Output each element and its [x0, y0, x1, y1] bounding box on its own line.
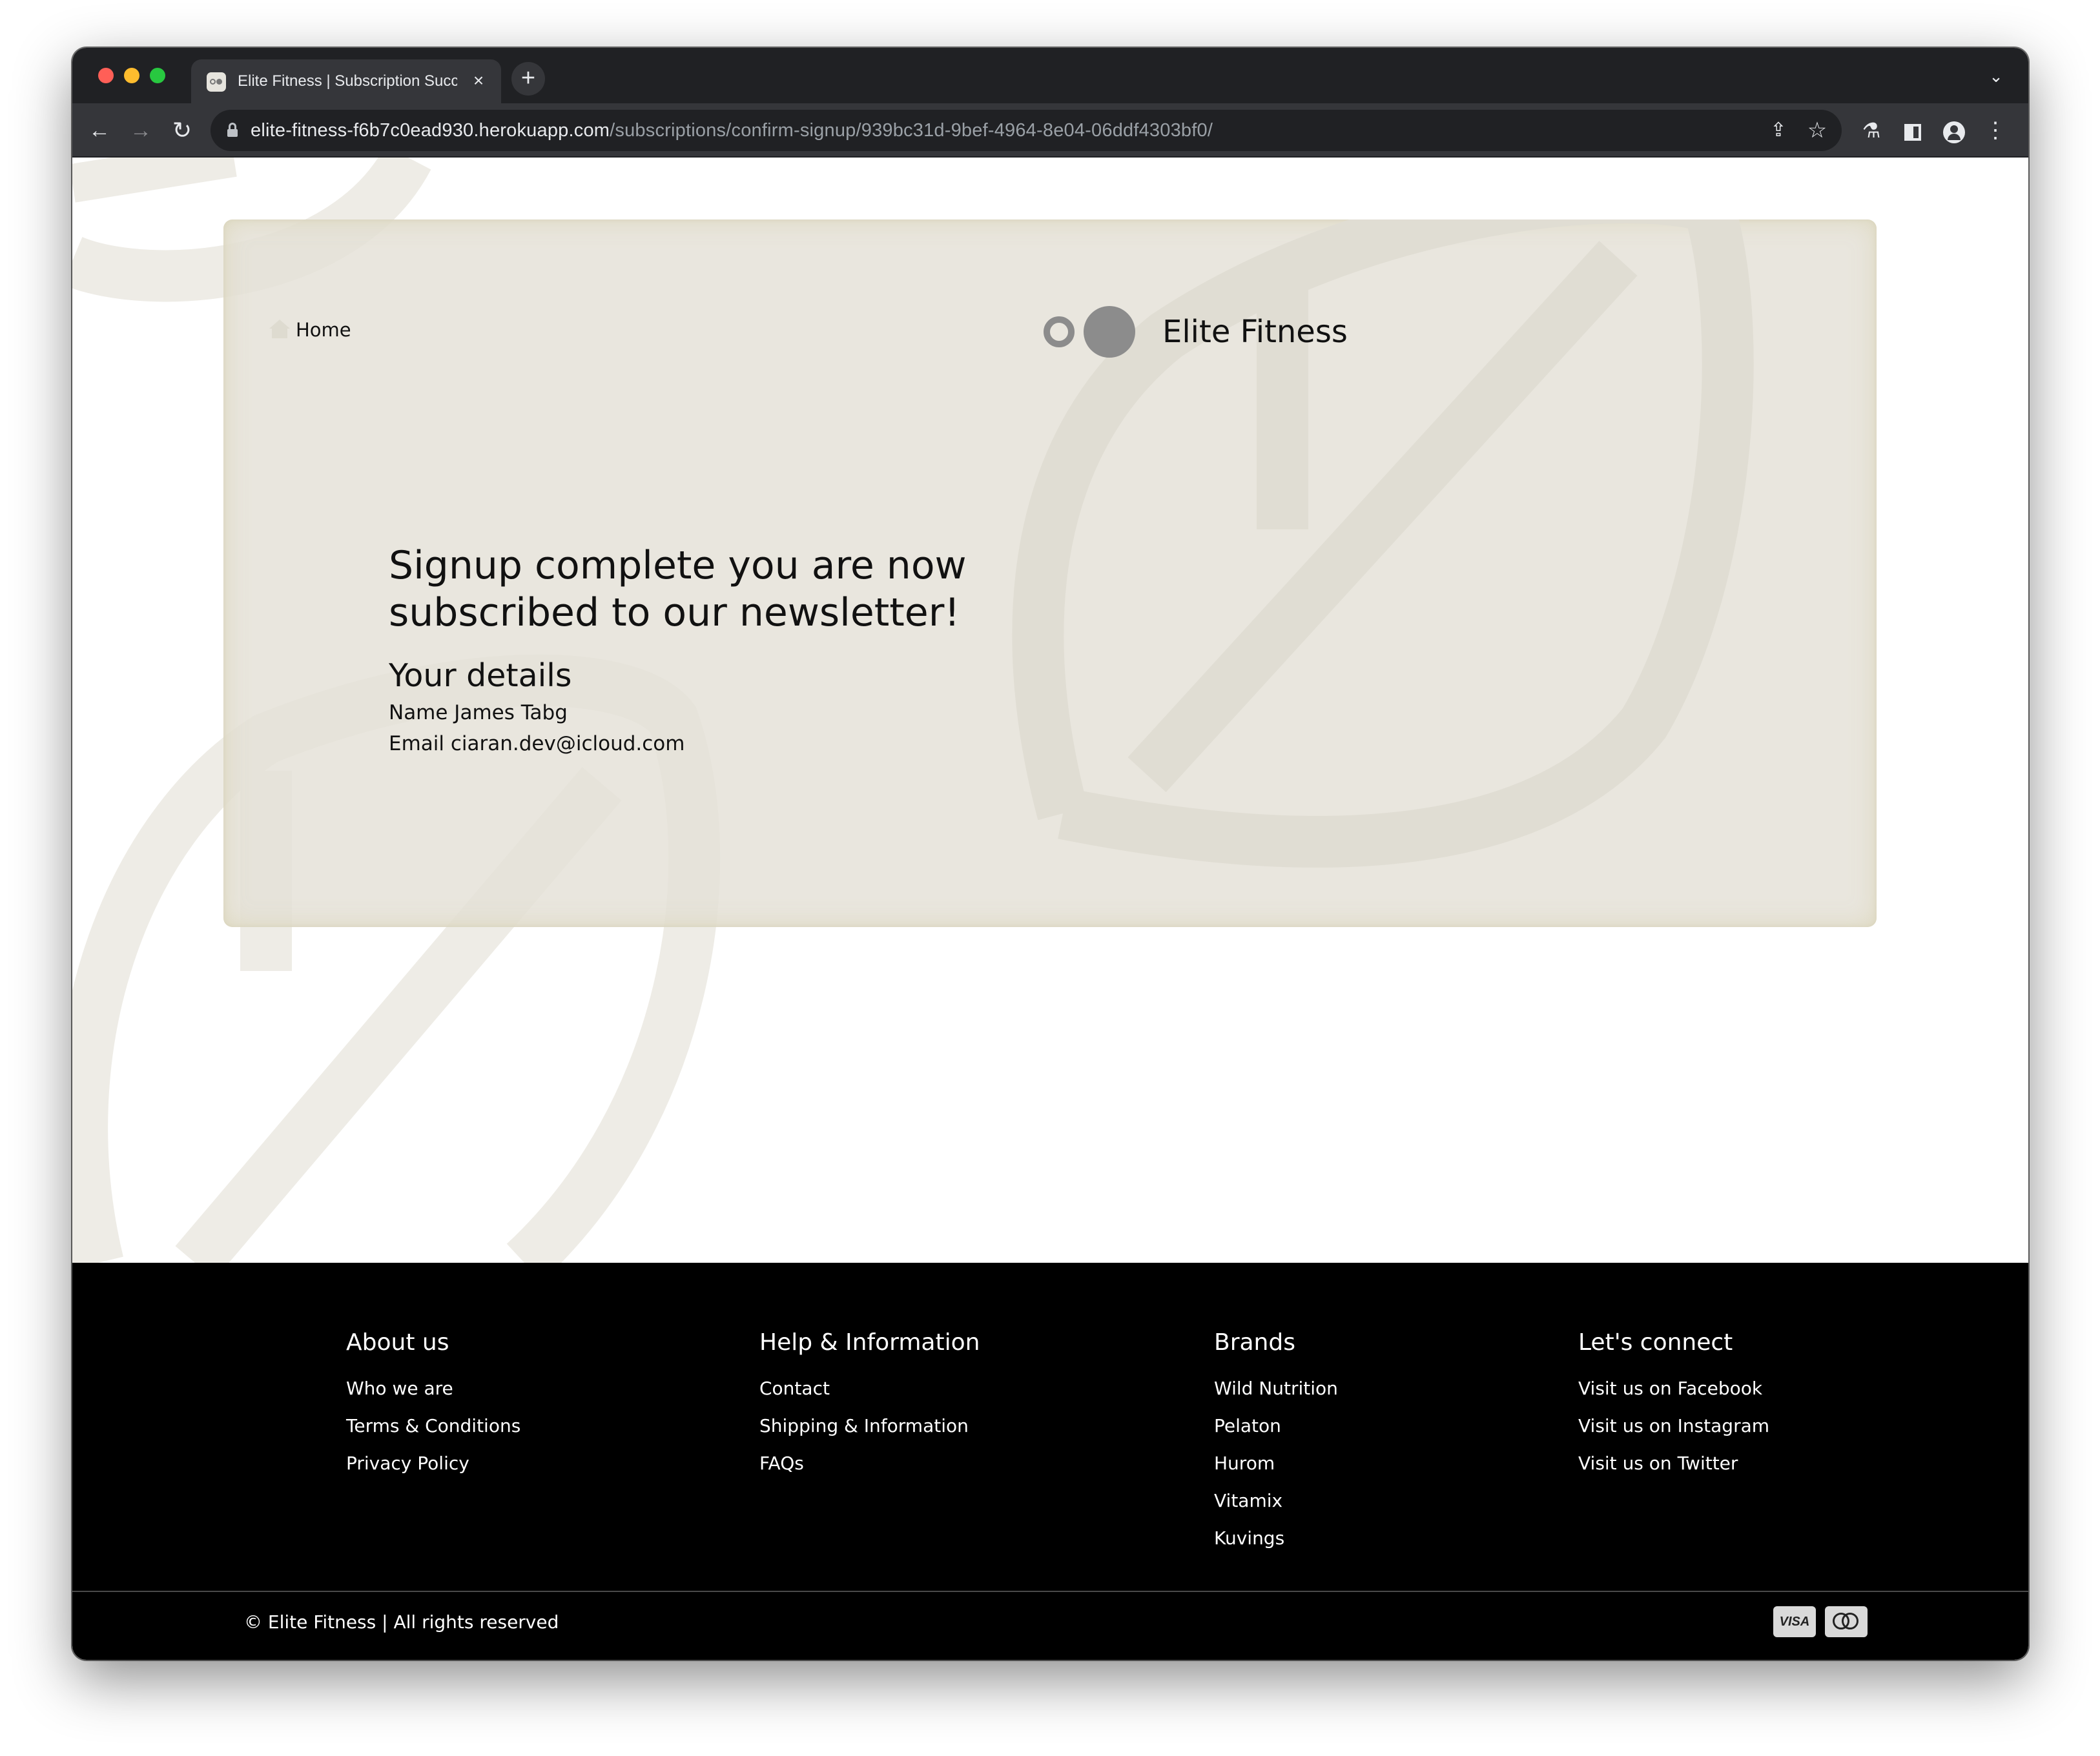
url-text[interactable]: elite-fitness-f6b7c0ead930.herokuapp.com… [251, 120, 1213, 141]
tab-title: Elite Fitness | Subscription Success [238, 72, 457, 90]
details-heading: Your details [389, 657, 572, 694]
forward-arrow-icon[interactable]: → [127, 116, 155, 145]
browser-window: Elite Fitness | Subscription Success × +… [72, 48, 2028, 1660]
footer-heading: Brands [1214, 1329, 1295, 1356]
detail-name: Name James Tabg [389, 701, 568, 724]
reload-icon[interactable]: ↻ [168, 116, 196, 145]
footer-heading: Help & Information [759, 1329, 980, 1356]
url-host: elite-fitness-f6b7c0ead930.herokuapp.com [251, 120, 610, 141]
brand[interactable]: Elite Fitness [1041, 305, 1348, 359]
copyright: © Elite Fitness | All rights reserved [244, 1611, 559, 1633]
home-link[interactable]: Home [267, 316, 351, 341]
profile-icon[interactable] [1940, 116, 1968, 145]
footer-divider [72, 1591, 2028, 1592]
footer-link-facebook[interactable]: Visit us on Facebook [1578, 1370, 1769, 1407]
footer: About us Who we are Terms & Conditions P… [72, 1263, 2028, 1660]
hero-card: Home Elite Fitness Signup complete you a… [223, 220, 1877, 927]
browser-toolbar: ← → ↻ elite-fitness-f6b7c0ead930.herokua… [72, 103, 2028, 158]
footer-heading: About us [346, 1329, 449, 1356]
url-path: /subscriptions/confirm-signup/939bc31d-9… [610, 120, 1213, 141]
footer-link-terms[interactable]: Terms & Conditions [346, 1407, 520, 1445]
footer-brands: Brands Wild Nutrition Pelaton Hurom Vita… [1214, 1327, 1338, 1557]
footer-link-shipping[interactable]: Shipping & Information [759, 1407, 980, 1445]
footer-link-instagram[interactable]: Visit us on Instagram [1578, 1407, 1769, 1445]
confirmation-title: Signup complete you are now subscribed t… [389, 543, 967, 635]
footer-heading: Let's connect [1578, 1329, 1733, 1356]
footer-link-kuvings[interactable]: Kuvings [1214, 1520, 1338, 1557]
brand-name: Elite Fitness [1162, 314, 1348, 350]
visa-icon: VISA [1773, 1606, 1816, 1637]
footer-link-hurom[interactable]: Hurom [1214, 1445, 1338, 1482]
home-icon [269, 320, 290, 338]
close-window-button[interactable] [98, 68, 114, 83]
footer-link-faqs[interactable]: FAQs [759, 1445, 980, 1482]
back-arrow-icon[interactable]: ← [85, 116, 114, 145]
footer-help: Help & Information Contact Shipping & In… [759, 1327, 980, 1482]
page-viewport: Home Elite Fitness Signup complete you a… [72, 158, 2028, 1660]
brand-logo-icon [1044, 306, 1135, 358]
address-bar[interactable]: elite-fitness-f6b7c0ead930.herokuapp.com… [211, 110, 1842, 151]
side-panel-icon[interactable] [1899, 116, 1927, 145]
maximize-window-button[interactable] [150, 68, 165, 83]
favicon-icon [207, 72, 226, 92]
mastercard-icon [1825, 1606, 1868, 1637]
footer-link-pelaton[interactable]: Pelaton [1214, 1407, 1338, 1445]
active-tab[interactable]: Elite Fitness | Subscription Success × [191, 59, 501, 103]
footer-link-contact[interactable]: Contact [759, 1370, 980, 1407]
footer-about: About us Who we are Terms & Conditions P… [346, 1327, 520, 1482]
footer-link-privacy[interactable]: Privacy Policy [346, 1445, 520, 1482]
tab-search-icon[interactable]: ⌄ [1983, 63, 2009, 89]
lock-icon[interactable] [227, 123, 238, 137]
footer-link-wild-nutrition[interactable]: Wild Nutrition [1214, 1370, 1338, 1407]
footer-connect: Let's connect Visit us on Facebook Visit… [1578, 1327, 1769, 1482]
footer-link-vitamix[interactable]: Vitamix [1214, 1482, 1338, 1520]
minimize-window-button[interactable] [124, 68, 139, 83]
share-icon[interactable]: ⇪ [1765, 117, 1791, 143]
tab-bar: Elite Fitness | Subscription Success × +… [72, 48, 2028, 103]
new-tab-icon[interactable]: + [511, 62, 545, 96]
footer-link-who-we-are[interactable]: Who we are [346, 1370, 520, 1407]
footer-link-twitter[interactable]: Visit us on Twitter [1578, 1445, 1769, 1482]
star-icon[interactable]: ☆ [1804, 117, 1830, 143]
close-icon[interactable]: × [468, 70, 489, 92]
confirmation-panel: Signup complete you are now subscribed t… [389, 542, 1099, 759]
home-label: Home [296, 319, 351, 341]
menu-icon[interactable]: ⋮ [1981, 116, 2010, 145]
detail-email: Email ciaran.dev@icloud.com [389, 732, 685, 755]
labs-icon[interactable]: ⚗ [1857, 116, 1886, 145]
payment-icons: VISA [1773, 1606, 1868, 1637]
